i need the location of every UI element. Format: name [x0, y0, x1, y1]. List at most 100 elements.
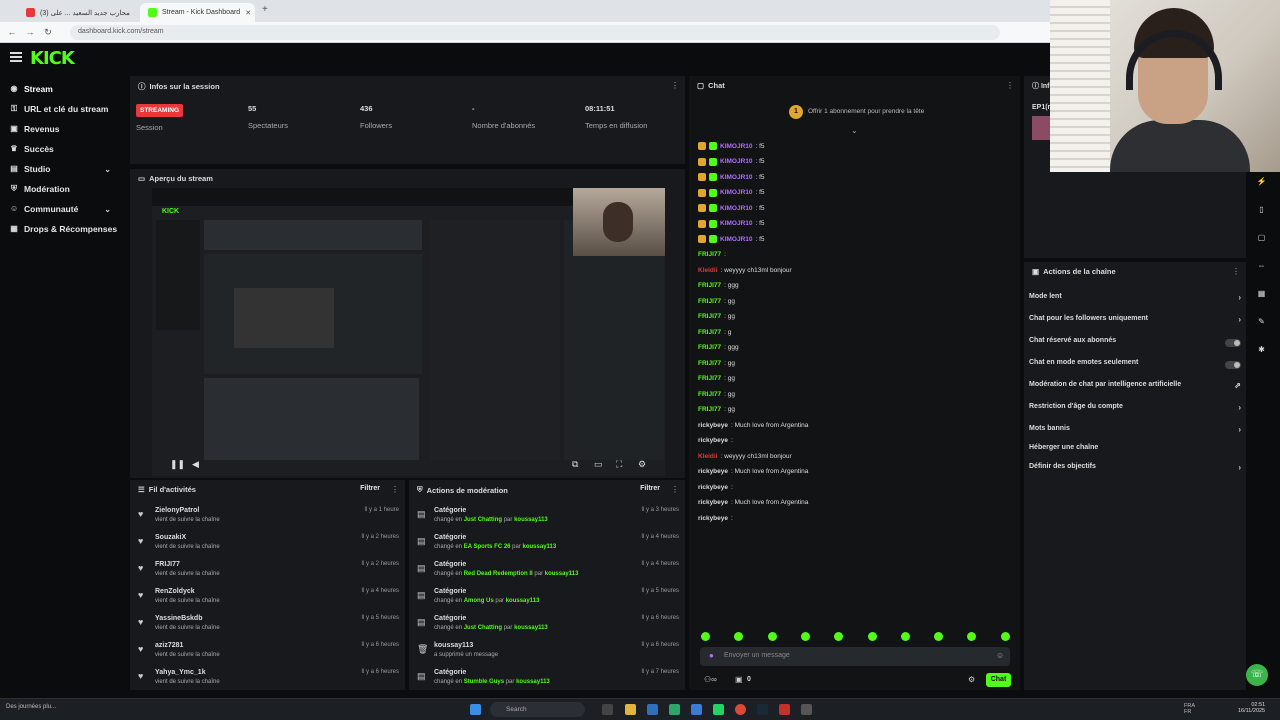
chat-username[interactable]: rickybeye — [698, 468, 728, 475]
chat-pinned-banner[interactable]: Offrir 1 abonnement pour prendre la tête — [808, 108, 924, 115]
url-input[interactable]: dashboard.kick.com/stream — [70, 25, 1000, 40]
rail-chat-icon[interactable]: ▢ — [1255, 231, 1268, 244]
obs-icon[interactable] — [801, 704, 812, 715]
chat-username[interactable]: KIMOJR10 — [720, 158, 753, 165]
follower-name[interactable]: ZielonyPatrol — [155, 507, 199, 514]
chat-username[interactable]: FRIJI77 — [698, 282, 721, 289]
more-options-icon[interactable]: ⋮ — [671, 485, 679, 494]
gift-sub-icon[interactable]: 1 — [789, 105, 803, 119]
action-host-channel[interactable]: Héberger une chaîne — [1029, 444, 1241, 458]
chat-input[interactable]: ● Envoyer un message ☺ — [700, 647, 1010, 666]
kick-logo[interactable]: KICK — [30, 48, 75, 69]
emotes-only-toggle[interactable] — [1225, 361, 1241, 369]
chat-settings-icon[interactable]: ⚙ — [968, 675, 975, 684]
rail-flash-icon[interactable]: ⚡ — [1255, 175, 1268, 188]
chat-username[interactable]: FRIJI77 — [698, 298, 721, 305]
task-view-icon[interactable] — [602, 704, 613, 715]
chat-username[interactable]: FRIJI77 — [698, 391, 721, 398]
action-set-goals[interactable]: Définir des objectifs › — [1029, 463, 1241, 477]
sidebar-item-url-key[interactable]: ⚿ URL et clé du stream — [10, 101, 108, 117]
more-options-icon[interactable]: ⋮ — [1006, 81, 1014, 90]
emote-icon[interactable] — [767, 632, 777, 641]
activity-filter-button[interactable]: Filtrer — [360, 485, 380, 492]
action-age-restriction[interactable]: Restriction d'âge du compte › — [1029, 403, 1241, 417]
forward-icon[interactable]: → — [24, 26, 36, 38]
chat-username[interactable]: FRIJI77 — [698, 329, 721, 336]
rail-doc-icon[interactable]: ▯ — [1255, 203, 1268, 216]
windows-start-icon[interactable] — [470, 704, 481, 715]
rail-puzzle-icon[interactable]: ✱ — [1255, 343, 1268, 356]
sidebar-item-drops[interactable]: ▦ Drops & Récompenses — [10, 221, 117, 237]
follower-name[interactable]: YassineBskdb — [155, 615, 202, 622]
whatsapp-icon[interactable] — [713, 704, 724, 715]
follower-name[interactable]: RenZoldyck — [155, 588, 195, 595]
chat-username[interactable]: FRIJI77 — [698, 360, 721, 367]
new-tab-button[interactable]: + — [262, 4, 268, 15]
chat-username[interactable]: KIMOJR10 — [720, 143, 753, 150]
chat-username[interactable]: KIMOJR10 — [720, 236, 753, 243]
sidebar-item-studio[interactable]: ▤ Studio ⌄ — [10, 161, 120, 177]
send-chat-button[interactable]: Chat — [986, 673, 1011, 687]
volume-icon[interactable]: ◀ — [192, 459, 199, 470]
action-banned-words[interactable]: Mots bannis › — [1029, 425, 1241, 439]
file-explorer-icon[interactable] — [625, 704, 636, 715]
chat-username[interactable]: FRIJI77 — [698, 406, 721, 413]
follower-name[interactable]: FRIJI77 — [155, 561, 180, 568]
chat-username[interactable]: FRIJI77 — [698, 313, 721, 320]
chat-username[interactable]: Kleidii — [698, 453, 718, 460]
follower-name[interactable]: SouzakiX — [155, 534, 186, 541]
emoji-icon[interactable]: ☺ — [996, 651, 1004, 660]
chevron-down-icon[interactable]: ⌄ — [851, 126, 858, 135]
browser-tab-1[interactable]: (3) محارب جديد السعيد ... على — [18, 3, 138, 22]
rail-link-icon[interactable]: ⇔ — [1255, 259, 1268, 272]
chat-username[interactable]: rickybeye — [698, 422, 728, 429]
moderation-filter-button[interactable]: Filtrer — [640, 485, 660, 492]
steam-icon[interactable] — [757, 704, 768, 715]
chat-username[interactable]: KIMOJR10 — [720, 205, 753, 212]
emote-icon[interactable] — [701, 632, 710, 641]
support-chat-icon[interactable]: ☏ — [1246, 664, 1268, 686]
action-ai-moderation[interactable]: Modération de chat par intelligence arti… — [1029, 381, 1241, 395]
sidebar-item-community[interactable]: ☺ Communauté ⌄ — [10, 201, 120, 217]
browser-tab-2[interactable]: Stream - Kick Dashboard ✕ — [140, 3, 255, 22]
mic-icon[interactable]: ● — [709, 651, 714, 660]
chat-username[interactable]: rickybeye — [698, 484, 728, 491]
action-followers-only[interactable]: Chat pour les followers uniquement › — [1029, 315, 1241, 329]
language-indicator[interactable]: FRA FR — [1184, 703, 1195, 715]
sidebar-item-moderation[interactable]: ⛨ Modération — [10, 181, 70, 197]
chrome-icon[interactable] — [735, 704, 746, 715]
pip-icon[interactable]: ⧉ — [572, 459, 578, 470]
app-icon[interactable] — [691, 704, 702, 715]
subscribers-only-toggle[interactable] — [1225, 339, 1241, 347]
chat-username[interactable]: FRIJI77 — [698, 251, 721, 258]
sidebar-item-revenue[interactable]: ▣ Revenus — [10, 121, 59, 137]
emote-icon[interactable] — [900, 632, 910, 641]
emote-icon[interactable] — [1000, 632, 1010, 641]
theater-icon[interactable]: ▭ — [594, 459, 603, 470]
more-options-icon[interactable]: ⋮ — [671, 81, 679, 90]
action-slow-mode[interactable]: Mode lent › — [1029, 293, 1241, 307]
more-options-icon[interactable]: ⋮ — [391, 485, 399, 494]
chat-username[interactable]: KIMOJR10 — [720, 189, 753, 196]
chat-username[interactable]: rickybeye — [698, 437, 728, 444]
chat-username[interactable]: FRIJI77 — [698, 375, 721, 382]
follower-name[interactable]: Yahya_Ymc_1k — [155, 669, 206, 676]
fullscreen-icon[interactable]: ⛶ — [616, 459, 622, 470]
rail-tool-icon[interactable]: ✎ — [1255, 315, 1268, 328]
chat-username[interactable]: FRIJI77 — [698, 344, 721, 351]
chat-username[interactable]: rickybeye — [698, 499, 728, 506]
menu-icon[interactable] — [10, 52, 22, 62]
chat-username[interactable]: rickybeye — [698, 515, 728, 522]
store-icon[interactable] — [647, 704, 658, 715]
chat-username[interactable]: Kleidii — [698, 267, 718, 274]
reload-icon[interactable]: ↻ — [42, 26, 54, 38]
more-options-icon[interactable]: ⋮ — [1232, 267, 1240, 276]
close-tab-icon[interactable]: ✕ — [245, 9, 251, 17]
chat-username[interactable]: KIMOJR10 — [720, 174, 753, 181]
follower-name[interactable]: aziz7281 — [155, 642, 183, 649]
back-icon[interactable]: ← — [6, 26, 18, 38]
rail-grid-icon[interactable]: ▦ — [1255, 287, 1268, 300]
app-icon[interactable] — [779, 704, 790, 715]
pause-icon[interactable]: ❚❚ — [170, 459, 185, 470]
emote-icon[interactable] — [867, 632, 877, 641]
